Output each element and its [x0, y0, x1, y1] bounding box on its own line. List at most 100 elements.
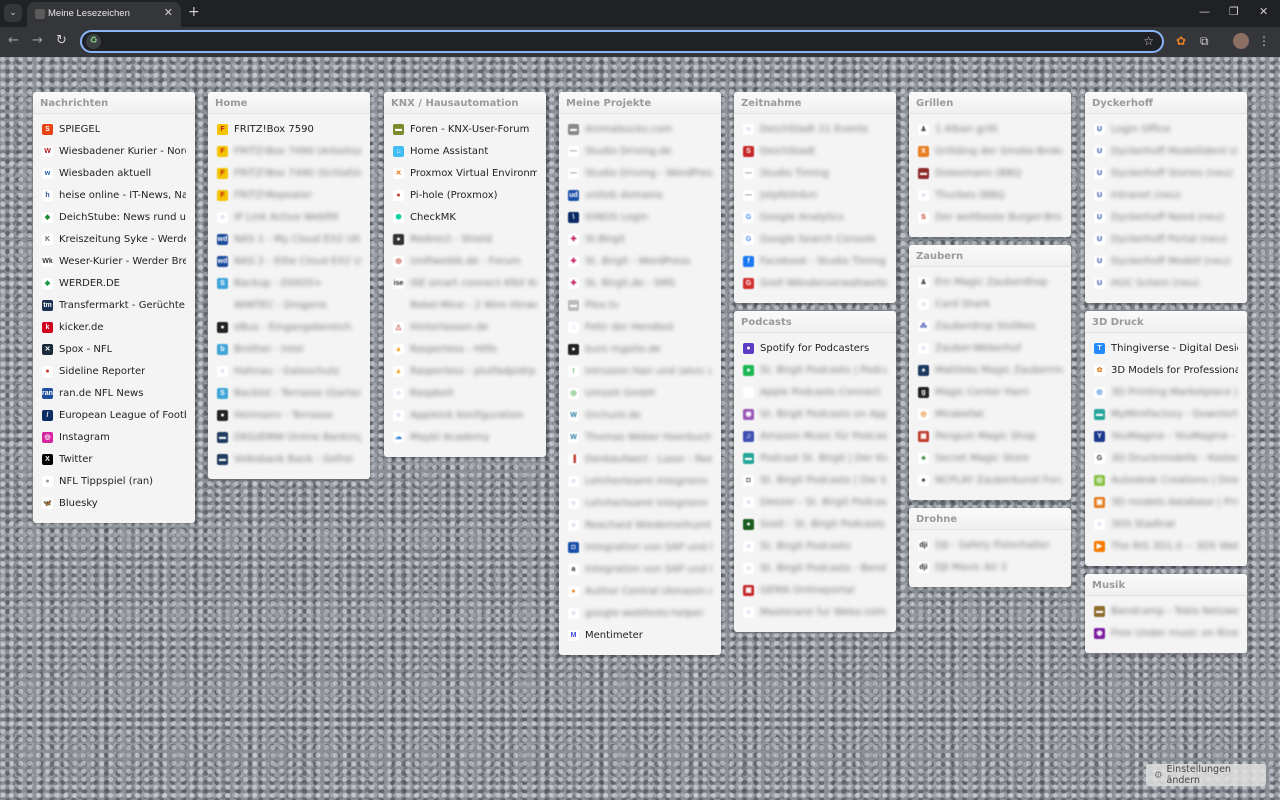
back-icon[interactable]: ← — [8, 33, 19, 48]
bookmark-link[interactable]: ○ Zauber-Weberhof — [909, 337, 1071, 359]
folder-title[interactable]: Home — [208, 92, 370, 114]
bookmark-link[interactable]: ○ Card Shark — [909, 293, 1071, 315]
bookmark-link[interactable]: W Thomas Weber Hoerbuch — [559, 426, 721, 448]
bookmark-link[interactable]: ud uniteb domains — [559, 184, 721, 206]
bookmark-link[interactable]: ✿ 3D Models for Professionals — [1085, 359, 1247, 381]
bookmark-link[interactable]: ▬ Foren - KNX-User-Forum — [384, 118, 546, 140]
bookmark-link[interactable]: h heise online - IT-News, Nac — [33, 184, 195, 206]
folder-title[interactable]: 3D Druck — [1085, 311, 1247, 333]
bookmark-link[interactable]: ▬ DKG/EMW Online Banking — [208, 426, 370, 448]
tab-meine-lesezeichen[interactable]: Meine Lesezeichen ✕ — [27, 2, 181, 27]
menu-kebab-icon[interactable]: ⋮ — [1258, 34, 1270, 48]
bookmark-link[interactable]: K Kreiszeitung Syke - Werder — [33, 228, 195, 250]
bookmark-link[interactable]: ♟ Em Magic Zauberdhop — [909, 271, 1071, 293]
bookmark-link[interactable]: ✚ St.Birgit — [559, 228, 721, 250]
bookmark-link[interactable]: S Backlot - Terrasse (Garten) — [208, 382, 370, 404]
forward-icon[interactable]: → — [32, 33, 43, 48]
bookmark-link[interactable]: ✕ Proxmox Virtual Environme — [384, 162, 546, 184]
bookmark-link[interactable]: △ Hinterlassen.de — [384, 316, 546, 338]
folder-title[interactable]: Podcasts — [734, 311, 896, 333]
bookmark-link[interactable]: ▬ Volksbank Bank - Gefrei — [208, 448, 370, 470]
bookmark-link[interactable]: ◎ Unifiwebtk.de - Forum — [384, 250, 546, 272]
bookmark-link[interactable]: ○ Lehrherteamt Integrienn — [559, 492, 721, 514]
bookmark-link[interactable]: ♣ Secret Magic Store — [909, 447, 1071, 469]
close-window-icon[interactable]: ✕ — [1259, 5, 1268, 18]
bookmark-link[interactable]: U Dyckerhoff Need (neu) — [1085, 206, 1247, 228]
bookmark-link[interactable]: \ IONOS Login — [559, 206, 721, 228]
bookmark-link[interactable]: F FRITZ!Box 7590 — [208, 118, 370, 140]
bookmark-link[interactable]: U Dyckerhoff Modellident Un — [1085, 140, 1247, 162]
bookmark-link[interactable]: ♫ Amazon Music für Podcastd — [734, 425, 896, 447]
tab-close-icon[interactable]: ✕ — [164, 6, 173, 19]
bookmark-link[interactable]: ♟ 1 Alban grilli — [909, 118, 1071, 140]
bookmark-link[interactable]: ◌ Fettr der Hendled — [559, 316, 721, 338]
bookmark-link[interactable]: ● St. Birgit Podcasts | Podca — [734, 359, 896, 381]
bookmark-link[interactable]: ● buro mgsite.de — [559, 338, 721, 360]
bookmark-link[interactable]: ○ Lehrherteamt Integrienn — [559, 470, 721, 492]
bookmark-link[interactable]: ● Author Central (Amazon.de — [559, 580, 721, 602]
bookmark-link[interactable]: X Grillding der Smoke-Broken — [909, 140, 1071, 162]
bookmark-link[interactable]: G Google Search Console — [734, 228, 896, 250]
bookmark-link[interactable]: ○ IP Link Active Webfilt — [208, 206, 370, 228]
bookmark-link[interactable]: F FRITZ!Box 7490 (Arbeitszim — [208, 140, 370, 162]
bookmark-link[interactable]: ⁂ Zauberdrop Stollkes — [909, 315, 1071, 337]
bookmark-link[interactable]: ○ Reachard Wiedemeihumtag — [559, 514, 721, 536]
bookmark-link[interactable]: S Backup - DS920+ — [208, 272, 370, 294]
bookmark-link[interactable]: ● Redirect - Shield — [384, 228, 546, 250]
bookmark-link[interactable]: ▬ Doleemann (BBQ — [909, 162, 1071, 184]
folder-title[interactable]: KNX / Hausautomation — [384, 92, 546, 114]
folder-title[interactable]: Zeitnahme — [734, 92, 896, 114]
bookmark-link[interactable]: ● Sideline Reporter — [33, 360, 195, 382]
restore-icon[interactable]: ❐ — [1229, 5, 1239, 18]
bookmark-link[interactable]: ◎ Mirakellat — [909, 403, 1071, 425]
bookmark-link[interactable]: ▬ Podcast St. Birgit | Der Kir — [734, 447, 896, 469]
bookmark-link[interactable]: ✚ St. Birgit.de - SMS — [559, 272, 721, 294]
bookmark-link[interactable]: Apple Podcasts Connect — [734, 381, 896, 403]
bookmark-link[interactable]: W Wiesbadener Kurier - Nordc — [33, 140, 195, 162]
bookmark-link[interactable]: Y YouMagine - YouMagine - Y — [1085, 425, 1247, 447]
bookmark-link[interactable]: ▬ Bandcamp - Tobis Netzwerk — [1085, 600, 1247, 622]
bookmark-link[interactable]: ▬ Animalsucks.com — [559, 118, 721, 140]
cookie-extension-icon[interactable]: ✿ — [1176, 34, 1186, 48]
bookmark-link[interactable]: ◎ Autodesk Creations | Direct By — [1085, 469, 1247, 491]
bookmark-link[interactable]: ○ Deezer - St. Birgit Podcast — [734, 491, 896, 513]
bookmark-link[interactable]: 🦋 Bluesky — [33, 492, 195, 514]
bookmark-link[interactable]: ○ Masterarst fur Webs-Ushing — [734, 601, 896, 623]
folder-title[interactable]: Drohne — [909, 508, 1071, 530]
bookmark-star-icon[interactable]: ☆ — [1143, 34, 1154, 48]
folder-title[interactable]: Nachrichten — [33, 92, 195, 114]
bookmark-link[interactable]: Rekel-Mine - 2 Wire Hinwei — [384, 294, 546, 316]
bookmark-link[interactable]: ▬ MyMiniFactory - Downlort — [1085, 403, 1247, 425]
bookmark-link[interactable]: ▶ The RIS 3D1.0 -- 3D5 Web — [1085, 535, 1247, 557]
bookmark-link[interactable]: k kicker.de — [33, 316, 195, 338]
bookmark-link[interactable]: T Thingiverse - Digital Desigr — [1085, 337, 1247, 359]
bookmark-link[interactable]: U Intranet (neu) — [1085, 184, 1247, 206]
bookmark-link[interactable]: — jotpfeilrdvn — [734, 184, 896, 206]
bookmark-link[interactable]: ✚ St. Birgit - WordPress — [559, 250, 721, 272]
bookmark-link[interactable]: f Facebook - Studio Timing — [734, 250, 896, 272]
bookmark-link[interactable]: wd NAS 2 - Elite Cloud EX2 Ult — [208, 250, 370, 272]
bookmark-link[interactable]: ○ DeichStadt 21 Events — [734, 118, 896, 140]
bookmark-link[interactable]: ◆ WERDER.DE — [33, 272, 195, 294]
bookmark-link[interactable]: G Google Analytics — [734, 206, 896, 228]
bookmark-link[interactable]: ○ Appleink Konfiguration — [384, 404, 546, 426]
bookmark-link[interactable]: ○ St. Birgit Podcasts - Bende — [734, 557, 896, 579]
bookmark-link[interactable]: w Wiesbaden aktuell — [33, 162, 195, 184]
bookmark-link[interactable]: ● Pi-hole (Proxmox) — [384, 184, 546, 206]
bookmark-link[interactable]: U Dyckerhoff Portal (neu) — [1085, 228, 1247, 250]
bookmark-link[interactable]: — Studio Driving - WordPress — [559, 162, 721, 184]
bookmark-link[interactable]: Wk Weser-Kurier - Werder Brer — [33, 250, 195, 272]
profile-avatar[interactable] — [1233, 33, 1249, 49]
new-tab-button[interactable]: + — [188, 4, 200, 20]
bookmark-link[interactable]: — Studio Timing — [734, 162, 896, 184]
bookmark-link[interactable]: ♠ Mattlebs Magic Zauberring — [909, 359, 1071, 381]
bookmark-link[interactable]: ▣ 3D models database | Print — [1085, 491, 1247, 513]
bookmark-link[interactable]: U HUC Schein (neu) — [1085, 272, 1247, 294]
bookmark-link[interactable]: ● Sosit - St. Birgit Podcasts — [734, 513, 896, 535]
bookmark-link[interactable]: ◘ St. Birgit Podcasts | Die St — [734, 469, 896, 491]
bookmark-link[interactable]: G Grell Wönderverwaltweite — [734, 272, 896, 294]
bookmark-link[interactable]: U Dyckerhoff Modell (neu) — [1085, 250, 1247, 272]
bookmark-link[interactable]: b Brother - Intel — [208, 338, 370, 360]
bookmark-link[interactable]: ● NFL Tippspiel (ran) — [33, 470, 195, 492]
bookmark-link[interactable]: — Studio Driving.de — [559, 140, 721, 162]
